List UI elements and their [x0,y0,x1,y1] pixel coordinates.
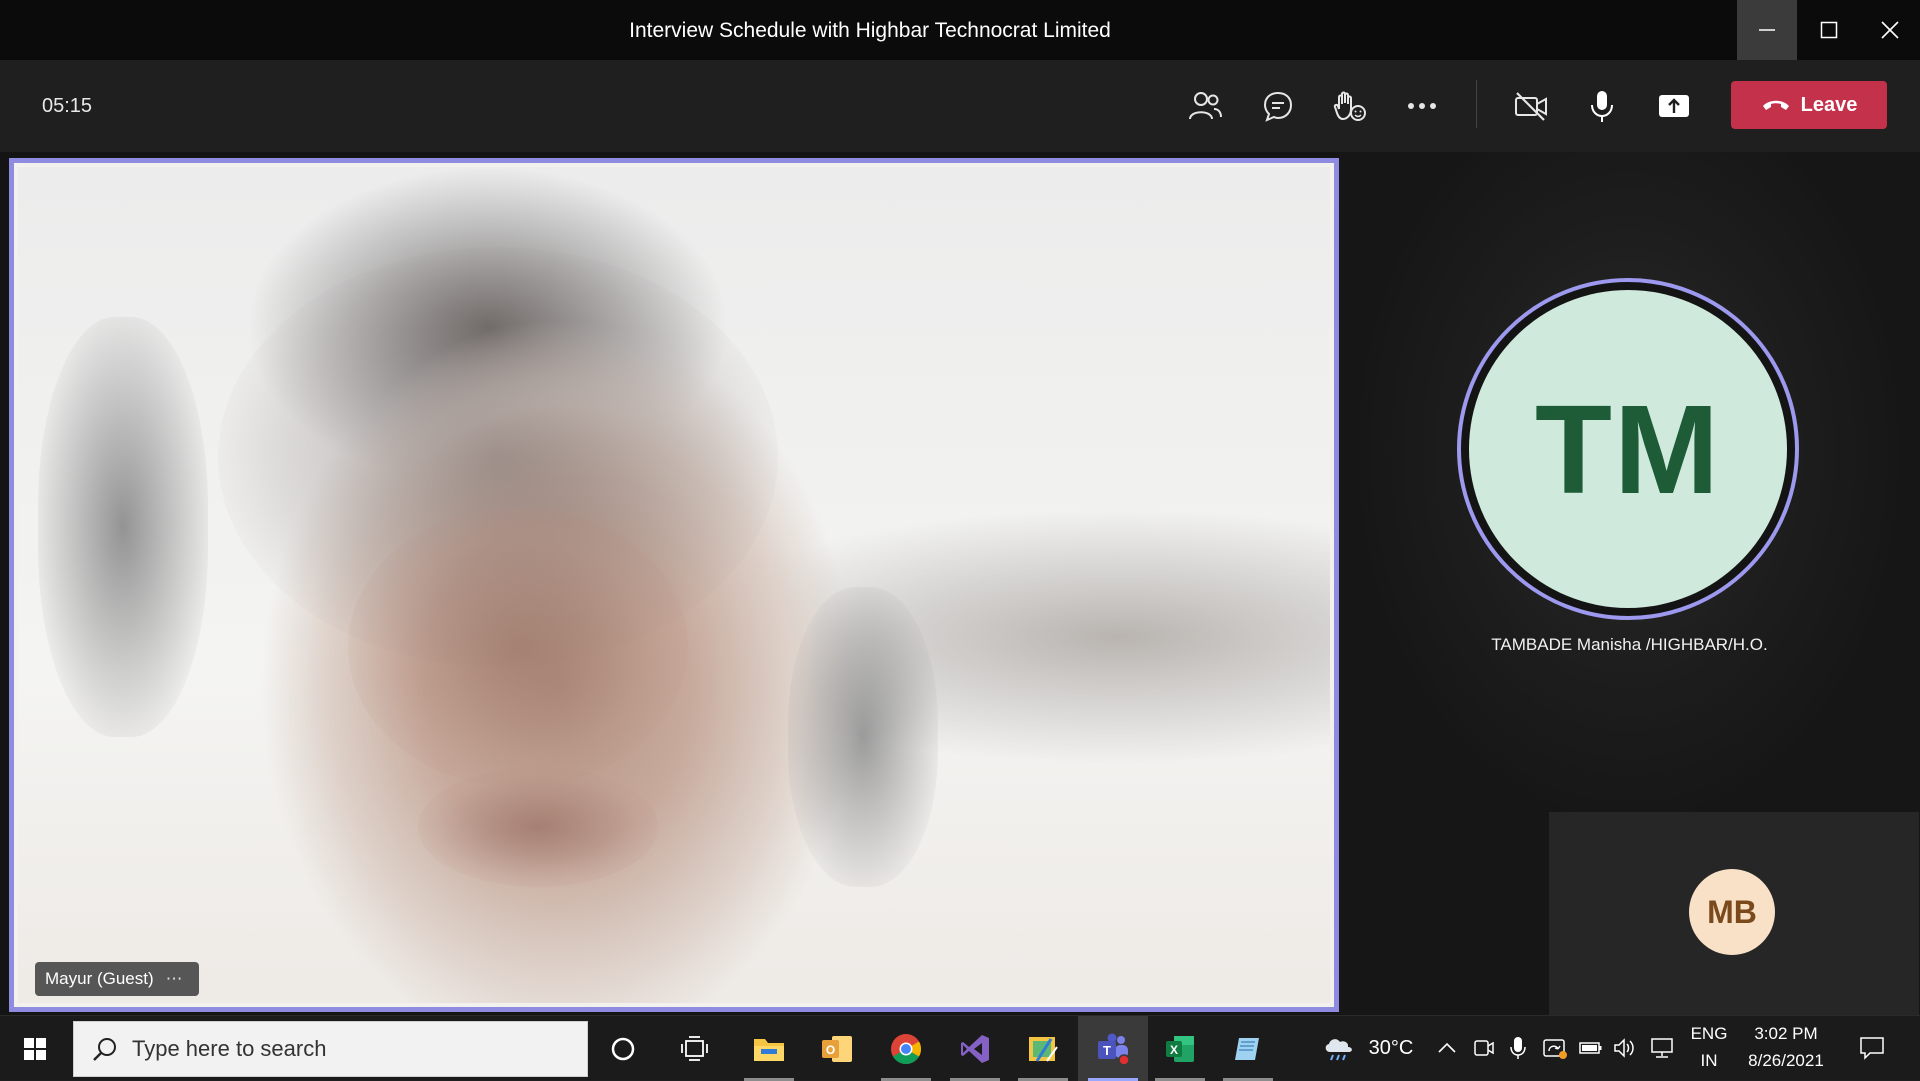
show-hidden-icons-button[interactable] [1434,1034,1460,1062]
file-explorer-button[interactable] [734,1016,804,1081]
microphone-toggle-button[interactable] [1578,82,1626,130]
main-video-tile[interactable]: Mayur (Guest) ⋯ [9,158,1339,1012]
hang-up-icon [1762,100,1789,110]
security-tray-button[interactable] [1542,1034,1568,1062]
close-window-button[interactable] [1860,0,1920,60]
camera-off-icon [1515,92,1547,121]
svg-text:O: O [826,1043,835,1057]
maximize-icon [1820,21,1838,39]
task-view-button[interactable] [660,1016,730,1081]
face-shading [348,507,688,787]
microphone-tray-button[interactable] [1505,1034,1531,1062]
svg-text:X: X [1170,1043,1178,1057]
more-options-button[interactable] [1398,82,1446,130]
chrome-button[interactable] [871,1016,941,1081]
cortana-icon [611,1037,635,1060]
search-icon [93,1038,116,1061]
minimize-button[interactable] [1737,0,1797,60]
chrome-icon [891,1033,922,1064]
more-options-icon [1408,103,1436,109]
battery-icon [1579,1042,1602,1054]
windows-logo-icon [24,1037,46,1060]
outlook-icon: O [822,1035,852,1062]
leave-label: Leave [1800,93,1858,116]
participants-panel: TM TAMBADE Manisha /HIGHBAR/H.O. MB [1339,152,1920,1015]
teams-button[interactable]: T [1078,1016,1148,1081]
language-region: IN [1700,1051,1718,1070]
battery-tray-button[interactable] [1578,1034,1604,1062]
clock-date: 8/26/2021 [1748,1051,1824,1070]
toolbar-divider [1476,80,1477,128]
mouth-shading [418,767,658,887]
excel-button[interactable]: X [1145,1016,1215,1081]
small-participant-tile[interactable]: MB [1549,812,1919,1015]
cloud-rain-icon [1325,1039,1352,1061]
close-icon [1881,21,1899,39]
volume-tray-button[interactable] [1612,1034,1638,1062]
cortana-button[interactable] [588,1016,658,1081]
search-placeholder: Type here to search [132,1036,327,1061]
small-participant-avatar: MB [1689,869,1775,955]
leave-button[interactable]: Leave [1731,81,1887,129]
featured-participant-avatar[interactable]: TM [1469,290,1787,608]
action-center-button[interactable] [1857,1034,1887,1062]
participant-more-button[interactable]: ⋯ [166,969,185,989]
meet-now-tray-button[interactable] [1471,1034,1497,1062]
window-titlebar: Interview Schedule with Highbar Technocr… [0,0,1920,60]
camera-toggle-button[interactable] [1507,82,1555,130]
microphone-icon [1591,91,1613,122]
snip-tool-button[interactable] [1008,1016,1078,1081]
defender-update-icon [1543,1039,1567,1059]
maximize-button[interactable] [1799,0,1859,60]
participant-name: Mayur (Guest) [45,969,154,988]
notepad-button[interactable] [1213,1016,1283,1081]
meeting-stage: Mayur (Guest) ⋯ TM TAMBADE Manisha /HIGH… [0,152,1920,1015]
minimize-icon [1759,29,1775,31]
reactions-icon [1333,91,1366,121]
speaker-icon [1614,1038,1634,1058]
notepad-icon [1235,1037,1259,1060]
visual-studio-button[interactable] [940,1016,1010,1081]
clock[interactable]: 3:02 PM 8/26/2021 [1736,1020,1836,1074]
reactions-button[interactable] [1326,82,1374,130]
microphone-tray-icon [1510,1037,1526,1059]
network-tray-button[interactable] [1649,1034,1675,1062]
share-screen-icon [1659,95,1689,117]
weather-widget-icon[interactable] [1321,1034,1357,1062]
outlook-button[interactable]: O [802,1016,872,1081]
task-view-icon [681,1035,708,1061]
file-explorer-icon [754,1038,784,1061]
teams-icon: T [1098,1033,1130,1066]
taskbar-search[interactable]: Type here to search [73,1021,588,1077]
windows-taskbar: Type here to search O T X 30°C ENG IN 3:… [0,1015,1920,1081]
meeting-toolbar: 05:15 Leave [0,60,1920,152]
participant-name-tag: Mayur (Guest) ⋯ [35,962,199,996]
headphone-left [38,317,208,737]
snip-tool-icon [1029,1036,1058,1062]
speaker-ring: TM [1457,278,1799,620]
visual-studio-icon [961,1034,989,1063]
window-title: Interview Schedule with Highbar Technocr… [629,19,1111,42]
weather-temperature[interactable]: 30°C [1363,1035,1419,1062]
featured-participant-name: TAMBADE Manisha /HIGHBAR/H.O. [1491,635,1768,654]
participant-video-feed [18,167,1330,1003]
camera-tray-icon [1474,1040,1494,1056]
notifications-icon [1860,1037,1884,1060]
chevron-up-icon [1438,1042,1456,1053]
language-code: ENG [1690,1024,1728,1043]
clock-time: 3:02 PM [1754,1024,1818,1043]
language-indicator[interactable]: ENG IN [1685,1020,1733,1074]
share-screen-button[interactable] [1650,82,1698,130]
chat-icon [1263,91,1293,122]
start-button[interactable] [0,1016,70,1081]
participants-icon [1189,92,1222,120]
headphone-right [788,587,938,887]
network-ethernet-icon [1651,1038,1673,1058]
excel-icon: X [1166,1035,1194,1062]
participants-button[interactable] [1181,82,1229,130]
meeting-timer: 05:15 [42,95,93,117]
svg-text:T: T [1103,1043,1111,1058]
chat-button[interactable] [1254,82,1302,130]
